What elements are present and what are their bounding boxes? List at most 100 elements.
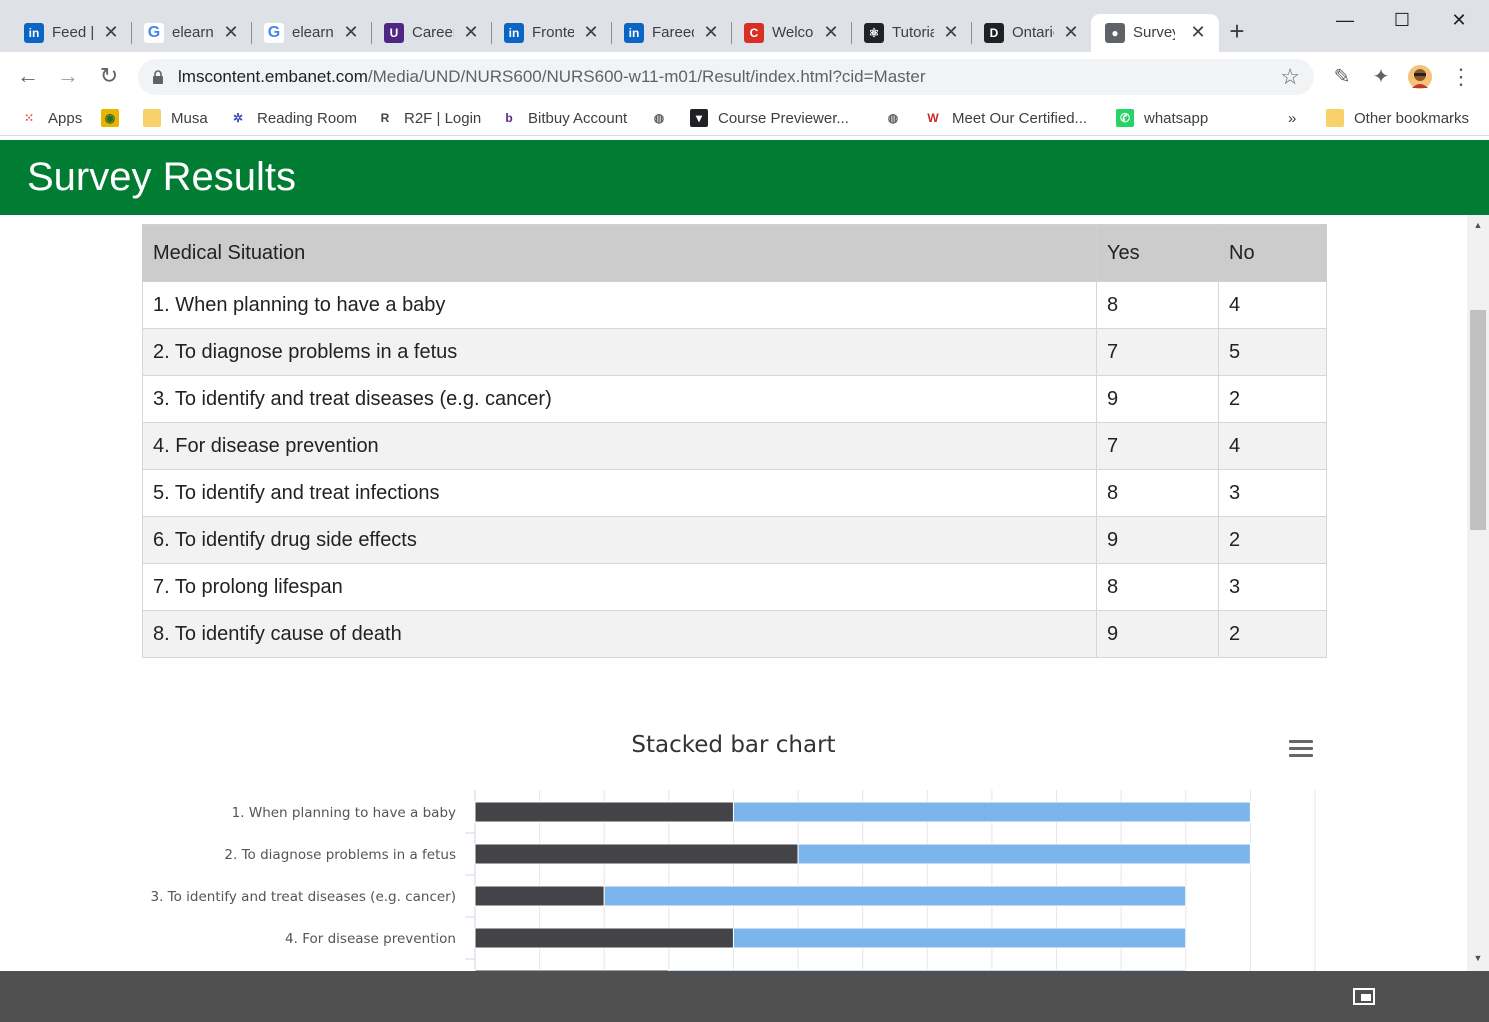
bookmark-item[interactable]: W Meet Our Certified... xyxy=(924,108,1087,128)
vertical-scrollbar[interactable]: ▲ ▼ xyxy=(1467,215,1489,971)
bookmarks-overflow-button[interactable]: » xyxy=(1288,108,1296,128)
stacked-bar-chart: Stacked bar chart 1. When planning to ha… xyxy=(0,720,1467,971)
header-medical-situation: Medical Situation xyxy=(142,224,1097,282)
tab-title: Ontario xyxy=(1012,24,1054,41)
table-row: 7. To prolong lifespan 8 3 xyxy=(142,563,1327,611)
scroll-up-arrow-icon[interactable]: ▲ xyxy=(1467,220,1489,234)
chart-category-label: 3. To identify and treat diseases (e.g. … xyxy=(150,889,456,905)
scrollbar-thumb[interactable] xyxy=(1470,310,1486,530)
bookmark-item[interactable]: b Bitbuy Account xyxy=(500,108,627,128)
situation-cell: 1. When planning to have a baby xyxy=(142,281,1097,329)
bookmark-item[interactable]: R R2F | Login xyxy=(376,108,482,128)
tab-close-icon[interactable]: ✕ xyxy=(1062,22,1080,42)
chart-bar-segment[interactable] xyxy=(474,843,799,865)
linkedin-icon: in xyxy=(504,23,524,43)
yes-cell: 8 xyxy=(1096,469,1219,517)
r2f-icon: R xyxy=(380,111,390,125)
browser-tab[interactable]: in Feed | LinkedIn ✕ xyxy=(0,14,120,52)
yes-cell: 8 xyxy=(1096,563,1219,611)
url-text[interactable]: lmscontent.embanet.com/Media/UND/NURS600… xyxy=(178,67,926,87)
bookmark-item[interactable]: Musa xyxy=(143,108,208,128)
certified-icon: W xyxy=(927,111,939,125)
lock-icon[interactable] xyxy=(152,70,164,84)
tab-close-icon[interactable]: ✕ xyxy=(1189,22,1207,42)
tab-close-icon[interactable]: ✕ xyxy=(222,22,240,42)
no-cell: 4 xyxy=(1218,422,1327,470)
bookmark-item[interactable]: ◍ xyxy=(650,108,668,128)
close-window-icon[interactable]: ✕ xyxy=(1447,8,1471,32)
chart-bar-segment[interactable] xyxy=(474,801,734,823)
yes-cell: 7 xyxy=(1096,422,1219,470)
bookmark-item[interactable]: ◍ xyxy=(884,108,902,128)
tab-close-icon[interactable]: ✕ xyxy=(822,22,840,42)
bookmark-item[interactable]: ✲ Reading Room xyxy=(229,108,357,128)
browser-tab[interactable]: ● Survey Results ✕ xyxy=(1091,14,1219,52)
no-cell: 3 xyxy=(1218,563,1327,611)
chart-category-label: 4. For disease prevention xyxy=(285,931,456,947)
table-row: 8. To identify cause of death 9 2 xyxy=(142,610,1327,658)
bookmark-item[interactable]: ◉ xyxy=(101,108,119,128)
yes-cell: 9 xyxy=(1096,516,1219,564)
chart-category-label: 1. When planning to have a baby xyxy=(232,805,456,821)
browser-tab[interactable]: Gelearning - Google ✕ xyxy=(240,14,360,52)
minimize-icon[interactable]: — xyxy=(1333,8,1357,32)
player-bottom-bar xyxy=(0,971,1489,1022)
profile-avatar[interactable] xyxy=(1407,64,1433,90)
browser-tab[interactable]: D Ontario ✕ xyxy=(960,14,1080,52)
bookmark-label: Musa xyxy=(171,109,208,127)
other-bookmarks-button[interactable]: Other bookmarks xyxy=(1326,108,1469,128)
browser-tab[interactable]: U Careers ✕ xyxy=(360,14,480,52)
maximize-icon[interactable]: ☐ xyxy=(1390,8,1414,32)
extensions-puzzle-icon[interactable]: ✦ xyxy=(1368,64,1394,90)
situation-cell: 2. To diagnose problems in a fetus xyxy=(142,328,1097,376)
folder-icon xyxy=(1326,109,1344,127)
situation-cell: 8. To identify cause of death xyxy=(142,610,1097,658)
results-table: Medical Situation Yes No 1. When plannin… xyxy=(142,224,1327,658)
browser-tab[interactable]: C Welcome ✕ xyxy=(720,14,840,52)
no-cell: 2 xyxy=(1218,610,1327,658)
bookmark-item[interactable]: ⁙ Apps xyxy=(20,108,82,128)
tab-close-icon[interactable]: ✕ xyxy=(102,22,120,42)
scroll-down-arrow-icon[interactable]: ▼ xyxy=(1467,953,1489,967)
tab-close-icon[interactable]: ✕ xyxy=(702,22,720,42)
chart-bar-segment[interactable] xyxy=(474,885,605,907)
situation-cell: 5. To identify and treat infections xyxy=(142,469,1097,517)
chart-bar-segment[interactable] xyxy=(474,927,734,949)
browser-tab[interactable]: ⚛ Tutorial ✕ xyxy=(840,14,960,52)
no-cell: 2 xyxy=(1218,375,1327,423)
browser-toolbar: ← → ↻ lmscontent.embanet.com/Media/UND/N… xyxy=(0,52,1489,100)
chrome-menu-icon[interactable]: ⋮ xyxy=(1448,64,1474,90)
chart-bar-segment[interactable] xyxy=(732,927,1187,949)
bookmark-item[interactable]: ▾ Course Previewer... xyxy=(690,108,849,128)
bookmark-label: Apps xyxy=(48,109,83,127)
chart-bar-segment[interactable] xyxy=(732,801,1251,823)
tab-title: Welcome xyxy=(772,24,814,41)
tab-close-icon[interactable]: ✕ xyxy=(942,22,960,42)
table-row: 4. For disease prevention 7 4 xyxy=(142,422,1327,470)
dms-icon: D xyxy=(984,23,1004,43)
browser-tab[interactable]: Gelearning - Google ✕ xyxy=(120,14,240,52)
eyedropper-extension-icon[interactable]: ✎ xyxy=(1329,64,1355,90)
tab-title: Frontend xyxy=(532,24,574,41)
tab-title: elearning - Google xyxy=(292,24,334,41)
new-tab-button[interactable]: + xyxy=(1226,18,1248,44)
chart-bar-segment[interactable] xyxy=(797,843,1251,865)
other-bookmarks-label: Other bookmarks xyxy=(1354,109,1470,127)
tab-close-icon[interactable]: ✕ xyxy=(582,22,600,42)
react-icon: ⚛ xyxy=(864,23,884,43)
reload-button[interactable]: ↻ xyxy=(96,64,122,90)
tab-close-icon[interactable]: ✕ xyxy=(342,22,360,42)
globe-icon: ● xyxy=(1105,23,1125,43)
bookmarks-bar: ⁙ Apps ◉ Musa ✲ Reading Room R R2F | Login b Bitb… xyxy=(0,100,1489,136)
bookmark-item[interactable]: ✆ whatsapp xyxy=(1116,108,1208,128)
bookmark-label: R2F | Login xyxy=(404,109,482,127)
fullscreen-toggle-icon[interactable] xyxy=(1353,988,1375,1005)
browser-tab[interactable]: in Fareed ✕ xyxy=(600,14,720,52)
browser-tab[interactable]: in Frontend ✕ xyxy=(480,14,600,52)
tab-close-icon[interactable]: ✕ xyxy=(462,22,480,42)
bookmark-star-icon[interactable]: ☆ xyxy=(1280,64,1300,90)
forward-button[interactable]: → xyxy=(55,64,81,90)
back-button[interactable]: ← xyxy=(15,64,41,90)
address-bar[interactable]: lmscontent.embanet.com/Media/UND/NURS600… xyxy=(138,59,1314,95)
chart-bar-segment[interactable] xyxy=(603,885,1187,907)
